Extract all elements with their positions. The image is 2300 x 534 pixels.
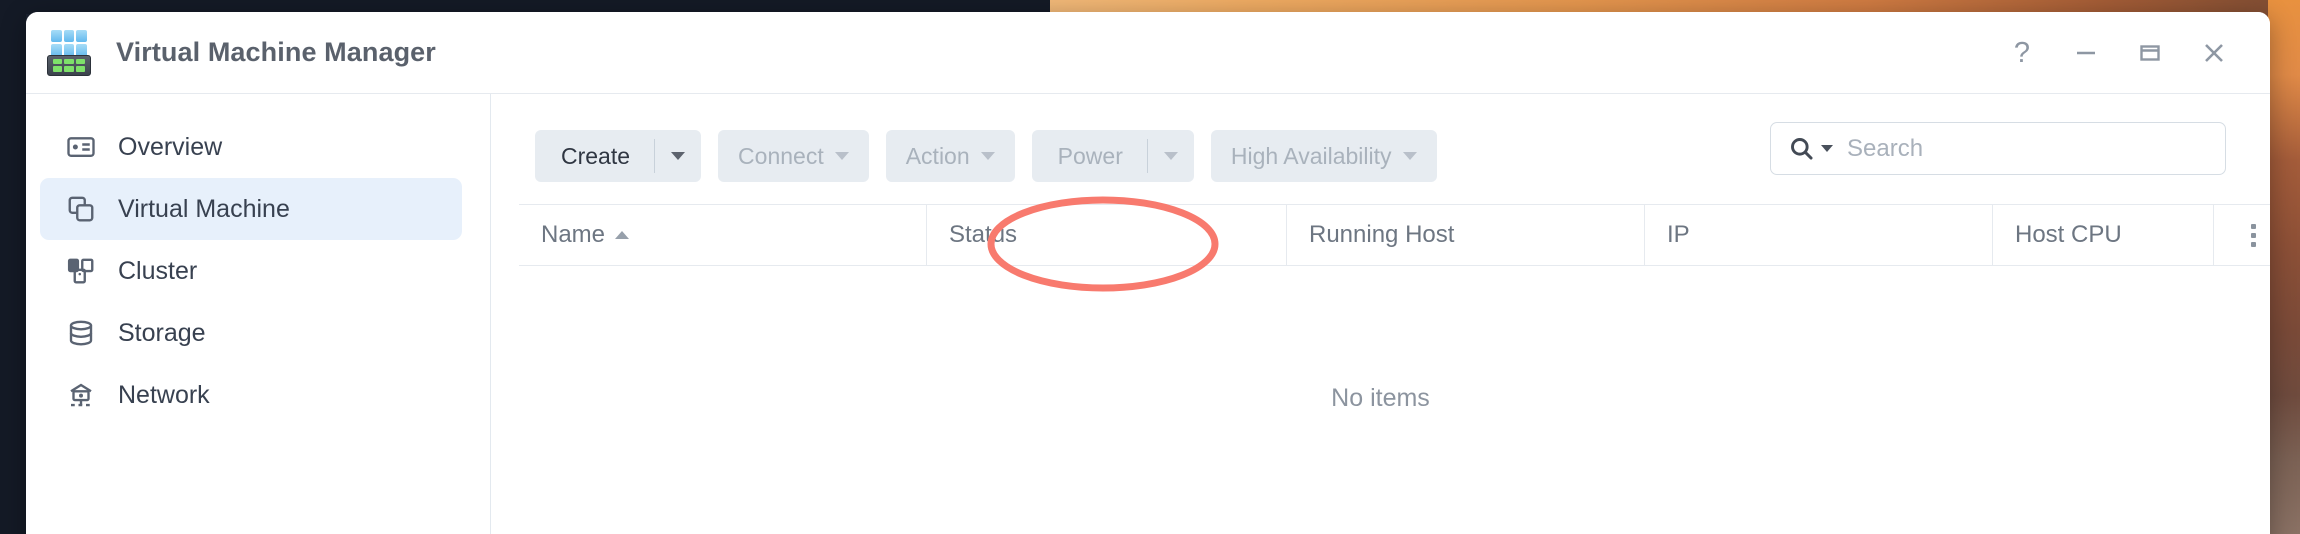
column-header-label: Name (541, 221, 606, 248)
chevron-down-icon (1402, 152, 1417, 160)
overview-card-icon (64, 130, 98, 164)
wallpaper-left-edge (0, 0, 26, 534)
connect-button[interactable]: Connect (718, 130, 869, 182)
search-box[interactable] (1770, 122, 2226, 175)
sidebar-item-storage[interactable]: Storage (40, 302, 462, 364)
desktop-background: Virtual Machine Manager ? Overview Virtu… (0, 0, 2300, 534)
sidebar-item-label: Virtual Machine (118, 194, 290, 223)
search-input[interactable] (1841, 134, 2225, 163)
wallpaper-right-edge (2268, 0, 2300, 534)
chevron-down-icon (1163, 152, 1178, 160)
maximize-icon[interactable] (2118, 22, 2182, 84)
sidebar-item-label: Cluster (118, 256, 198, 285)
servers-icon (64, 254, 98, 288)
chevron-down-icon (980, 152, 995, 160)
sidebar-item-overview[interactable]: Overview (40, 116, 462, 178)
power-button-label: Power (1057, 142, 1123, 169)
action-button-label: Action (905, 142, 970, 169)
sidebar-item-label: Storage (118, 318, 206, 347)
chevron-down-icon (671, 152, 686, 160)
window-body: Overview Virtual Machine Cluster Storage… (26, 94, 2270, 534)
main-content: Create Connect Action Power High Availab… (491, 94, 2270, 534)
column-options-icon[interactable] (2214, 205, 2270, 265)
column-header-label: Status (949, 221, 1018, 248)
column-header-ip[interactable]: IP (1645, 205, 1993, 265)
window-titlebar: Virtual Machine Manager ? (26, 12, 2270, 94)
high-availability-button[interactable]: High Availability (1210, 130, 1437, 182)
sort-ascending-icon (615, 231, 630, 239)
power-button[interactable]: Power (1031, 130, 1194, 182)
minimize-icon[interactable] (2054, 22, 2118, 84)
sidebar: Overview Virtual Machine Cluster Storage… (26, 94, 491, 534)
create-button[interactable]: Create (535, 130, 702, 182)
close-icon[interactable] (2182, 22, 2246, 84)
search-icon[interactable] (1788, 135, 1833, 162)
column-header-name[interactable]: Name (519, 205, 927, 265)
column-header-running-host[interactable]: Running Host (1287, 205, 1645, 265)
empty-state-text: No items (1331, 384, 1430, 412)
column-header-status[interactable]: Status (927, 205, 1287, 265)
create-dropdown-toggle[interactable] (655, 130, 701, 182)
column-header-host-cpu[interactable]: Host CPU (1993, 205, 2214, 265)
sidebar-item-network[interactable]: Network (40, 364, 462, 426)
vmm-window: Virtual Machine Manager ? Overview Virtu… (26, 12, 2270, 534)
chevron-down-icon (1821, 145, 1833, 152)
column-header-label: Running Host (1309, 221, 1455, 248)
copy-squares-icon (64, 192, 98, 226)
virtual-machine-manager-icon (44, 28, 94, 78)
sidebar-item-cluster[interactable]: Cluster (40, 240, 462, 302)
column-header-label: Host CPU (2015, 221, 2122, 248)
action-button[interactable]: Action (885, 130, 1015, 182)
create-button-label: Create (561, 142, 631, 169)
database-cylinder-icon (64, 316, 98, 350)
page-title: Virtual Machine Manager (116, 37, 436, 67)
window-controls: ? (1990, 12, 2246, 94)
high-availability-button-label: High Availability (1230, 142, 1392, 169)
sidebar-item-label: Overview (118, 132, 223, 161)
toolbar: Create Connect Action Power High Availab… (491, 94, 2270, 190)
table-header-row: Name Status Running Host IP Host CPU (519, 204, 2270, 266)
help-icon[interactable]: ? (1990, 22, 2054, 84)
network-node-icon (64, 378, 98, 412)
connect-button-label: Connect (738, 142, 824, 169)
power-dropdown-toggle[interactable] (1148, 130, 1194, 182)
chevron-down-icon (834, 152, 849, 160)
sidebar-item-label: Network (118, 380, 210, 409)
sidebar-item-virtual-machine[interactable]: Virtual Machine (40, 178, 462, 240)
column-header-label: IP (1667, 221, 1690, 248)
